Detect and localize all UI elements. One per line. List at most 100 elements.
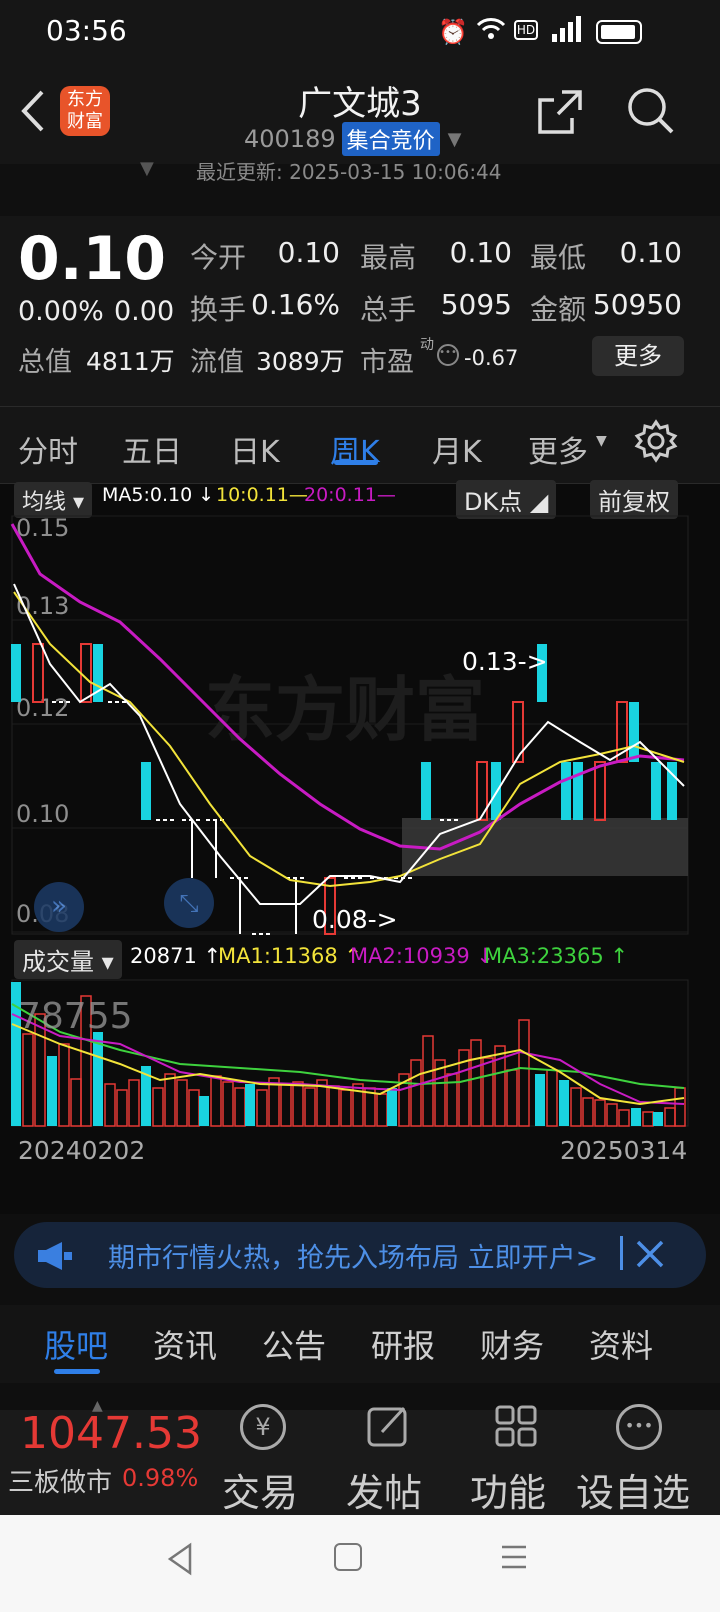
volume-bar-up [22, 1033, 34, 1127]
volume-bar-up [582, 1097, 594, 1127]
pe-value: -0.67 [464, 346, 519, 370]
volume-bar-up [128, 1079, 140, 1127]
volume-bar-up [188, 1089, 200, 1127]
battery-icon [596, 20, 642, 44]
toolbar-item-4[interactable]: 设自选 [576, 1462, 690, 1517]
subtab-1[interactable]: 股吧 [44, 1321, 108, 1367]
subtab-4[interactable]: 研报 [371, 1321, 435, 1367]
volume-bar-up [664, 1107, 676, 1127]
index-value[interactable]: 1047.53 [20, 1408, 202, 1459]
system-nav-bar [0, 1515, 720, 1612]
nav-menu-icon[interactable] [500, 1543, 528, 1571]
toolbar-item-3[interactable]: 功能 [470, 1462, 546, 1517]
volume-bar-up [280, 1083, 292, 1127]
volume-selector[interactable]: 成交量 ▾ [14, 940, 122, 979]
volume-bar-down [199, 1096, 209, 1126]
status-time: 03:56 [46, 14, 127, 47]
price-axis-label: 0.15 [16, 514, 69, 542]
last-update: 最近更新: 2025-03-15 10:06:44 [196, 160, 502, 184]
stat-value: 0.16% [251, 288, 340, 321]
volume-bar-up [222, 1081, 234, 1127]
vol-ma1-text: MA1:11368 [218, 944, 338, 968]
toolbar-item-2[interactable]: 发帖 [346, 1462, 422, 1517]
tab-5[interactable]: 月K [432, 427, 482, 471]
more-button[interactable]: 更多 [592, 336, 684, 376]
volume-max-label: 78755 [18, 996, 133, 1037]
stat-value: 0.10 [619, 236, 682, 269]
subtab-3[interactable]: 公告 [262, 1321, 326, 1367]
subtab-5[interactable]: 财务 [480, 1321, 544, 1367]
nav-back-icon[interactable] [166, 1541, 194, 1577]
watchlist-dots-icon[interactable]: ••• [616, 1404, 662, 1450]
volume-bar-up [292, 1081, 304, 1127]
alarm-icon: ⏰ [438, 18, 468, 46]
stock-header: 东方财富 广文城3 400189 集合竞价 ▼ [0, 64, 720, 164]
volume-bar-down [559, 1080, 569, 1126]
bottom-toolbar: ▲ 1047.53 三板做市 0.98% ¥ ••• 交易 发帖 功能 设自选 [0, 1398, 720, 1517]
quote-panel: 0.10 0.00% 0.00 总值 4811万 流值 3089万 市盈 动 •… [0, 216, 720, 406]
volume-bar-up [410, 1059, 422, 1127]
volume-bar-up [546, 1069, 558, 1127]
settings-gear-icon[interactable] [634, 419, 678, 463]
share-icon[interactable] [536, 88, 584, 136]
more-dots-icon[interactable]: ••• [437, 344, 459, 366]
volume-bar-up [304, 1087, 316, 1127]
subtab-6[interactable]: 资料 [589, 1321, 653, 1367]
stat-value: 50950 [592, 288, 682, 321]
stock-code: 400189 [244, 125, 336, 153]
search-icon[interactable] [626, 86, 676, 136]
kline-svg: 东方财富0.150.130.120.100.080.13->0.08-> [10, 514, 689, 1127]
volume-bar-up [164, 1073, 176, 1127]
candle-up [594, 761, 606, 821]
fullscreen-icon[interactable]: ⤡ [164, 878, 214, 928]
more-caret-icon: ▼ [596, 433, 607, 449]
trade-yen-icon[interactable]: ¥ [240, 1404, 286, 1450]
nav-home-icon[interactable] [334, 1543, 362, 1571]
stat-label: 换手 [190, 293, 247, 326]
tab-3[interactable]: 日K [230, 427, 280, 471]
candle-down [421, 762, 431, 820]
stat-label: 今开 [190, 241, 247, 274]
index-change: 0.98% [122, 1464, 199, 1492]
volume-bar-down [93, 1032, 103, 1126]
tab-1[interactable]: 分时 [18, 427, 78, 471]
float-value: 3089万 [256, 347, 345, 376]
tab-2[interactable]: 五日 [122, 427, 182, 471]
current-price: 0.10 [18, 224, 167, 294]
volume-bar-up [642, 1111, 654, 1127]
stat-value: 0.10 [277, 236, 340, 269]
start-date: 20240202 [18, 1136, 146, 1165]
volume-bar-up [328, 1085, 340, 1127]
banner-text: 期市行情火热，抢先入场布局 立即开户> [108, 1243, 599, 1274]
tab-6[interactable]: 更多 [528, 427, 588, 471]
kline-chart[interactable]: 均线 ▾ MA5:0.10 ↓ 10:0.11— 20:0.11— DK点 ◢ … [0, 480, 720, 1214]
caret-down-icon[interactable]: ▼ [448, 129, 462, 150]
volume-bar-up [594, 1099, 606, 1127]
wifi-icon [476, 16, 506, 42]
vol-ma2-text: MA2:10939 [350, 944, 470, 968]
stat-value: 0.10 [449, 236, 512, 269]
volume-value: 20871 ↑ [130, 944, 222, 968]
volume-bar-up [376, 1093, 388, 1127]
function-grid-icon[interactable] [494, 1404, 538, 1448]
stat-label: 最低 [530, 241, 587, 274]
candle-down [141, 762, 151, 820]
total-value: 4811万 [86, 347, 175, 376]
post-edit-icon[interactable] [366, 1404, 410, 1448]
vol-ma3: MA3:23365 ↑ [484, 944, 629, 968]
candle-down [629, 702, 639, 762]
status-bar: 03:56 ⏰ HD [0, 0, 720, 64]
stat-label: 最高 [360, 241, 417, 274]
volume-bar-up [70, 1078, 82, 1127]
expand-right-icon[interactable]: » [34, 882, 84, 932]
promo-banner[interactable]: 期市行情火热，抢先入场布局 立即开户> [14, 1222, 706, 1288]
candle-down [561, 762, 571, 820]
volume-bar-up [176, 1079, 188, 1127]
volume-bar-down [245, 1084, 255, 1126]
toolbar-item-1[interactable]: 交易 [222, 1462, 298, 1517]
volume-bar-up [116, 1089, 128, 1127]
close-icon[interactable] [632, 1236, 668, 1272]
volume-bar-down [631, 1108, 641, 1126]
subtab-2[interactable]: 资讯 [153, 1321, 217, 1367]
change-value: 0.00 [114, 296, 175, 327]
